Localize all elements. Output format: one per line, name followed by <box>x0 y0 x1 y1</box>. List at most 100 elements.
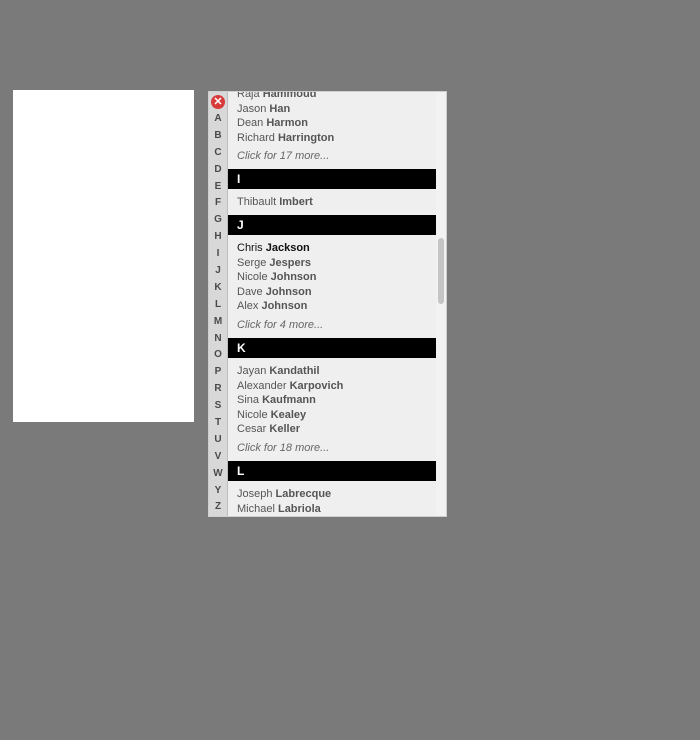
index-letter-t[interactable]: T <box>209 415 227 432</box>
contact-first-name: Serge <box>237 256 267 269</box>
index-letter-p[interactable]: P <box>209 364 227 381</box>
index-letter-n[interactable]: N <box>209 331 227 348</box>
contact-list-viewport[interactable]: Raja Hammoud Jason Han Dean Harmon Richard … <box>228 92 436 516</box>
index-letter-g[interactable]: G <box>209 212 227 229</box>
contact-first-name: Jason <box>237 102 267 115</box>
contact-first-name: Richard <box>237 131 275 144</box>
group-contacts: Raja Hammoud Jason Han Dean Harmon Richard … <box>228 92 436 164</box>
scrollbar-thumb[interactable] <box>438 238 444 304</box>
contact-item[interactable]: Alexander Karpovich <box>237 379 436 394</box>
contact-item[interactable]: Dave Johnson <box>237 285 436 300</box>
contact-item[interactable]: Dean Harmon <box>237 116 436 131</box>
group-contacts: Jayan Kandathil Alexander Karpovich Sina K… <box>228 358 436 456</box>
contact-list: Raja Hammoud Jason Han Dean Harmon Richard … <box>228 92 436 516</box>
contact-first-name: Alex <box>237 300 259 313</box>
scrollbar[interactable] <box>436 92 446 516</box>
contact-item[interactable]: Jason Han <box>237 102 436 117</box>
group-contacts: Joseph LabrecqueMichael LabriolaPawel La… <box>228 481 436 516</box>
contact-group: I Thibault Imbert <box>228 169 436 210</box>
contact-item[interactable]: Raja Hammoud <box>237 92 436 102</box>
contact-first-name: Nicole <box>237 408 268 421</box>
group-contacts: Thibault Imbert <box>228 189 436 210</box>
show-more-link[interactable]: Click for 18 more... <box>237 441 436 456</box>
group-header: L <box>228 460 436 481</box>
index-letter-i[interactable]: I <box>209 246 227 263</box>
contact-last-name: Kaufmann <box>262 394 316 407</box>
index-letter-l[interactable]: L <box>209 297 227 314</box>
contact-item[interactable]: Cesar Keller <box>237 422 436 437</box>
index-letter-c[interactable]: C <box>209 145 227 162</box>
group-header: K <box>228 337 436 358</box>
contact-last-name: Karpovich <box>289 379 344 392</box>
group-contacts: Chris Jackson Serge Jespers Nicole Johnson… <box>228 235 436 333</box>
contact-first-name: Thibault <box>237 196 277 209</box>
contact-item[interactable]: Nicole Johnson <box>237 270 436 285</box>
index-letter-w[interactable]: W <box>209 466 227 483</box>
contact-first-name: Chris <box>237 241 263 254</box>
contact-first-name: Dave <box>237 285 263 298</box>
close-icon[interactable]: ✕ <box>211 95 225 109</box>
group-header: J <box>228 214 436 235</box>
contact-last-name: Jespers <box>269 256 312 269</box>
contact-first-name: Jayan <box>237 364 267 377</box>
index-letter-a[interactable]: A <box>209 111 227 128</box>
index-letter-k[interactable]: K <box>209 280 227 297</box>
blank-panel <box>13 90 194 422</box>
contact-first-name: Michael <box>237 502 275 515</box>
contact-group: Raja Hammoud Jason Han Dean Harmon Richard … <box>228 92 436 164</box>
contact-item[interactable]: Michael Labriola <box>237 502 436 517</box>
contact-last-name: Johnson <box>270 271 317 284</box>
contact-item[interactable]: Nicole Kealey <box>237 408 436 423</box>
contact-item[interactable]: Richard Harrington <box>237 131 436 146</box>
index-letter-d[interactable]: D <box>209 162 227 179</box>
index-letter-f[interactable]: F <box>209 195 227 212</box>
index-letter-m[interactable]: M <box>209 314 227 331</box>
contact-group: K Jayan Kandathil Alexander Karpovich Sina … <box>228 337 436 456</box>
index-letter-b[interactable]: B <box>209 128 227 145</box>
index-letter-s[interactable]: S <box>209 398 227 415</box>
contact-first-name: Joseph <box>237 487 273 500</box>
index-letter-h[interactable]: H <box>209 229 227 246</box>
contact-last-name: Johnson <box>261 300 308 313</box>
contact-item[interactable]: Joseph Labrecque <box>237 487 436 502</box>
index-letter-j[interactable]: J <box>209 263 227 280</box>
contact-first-name: Cesar <box>237 423 267 436</box>
index-letter-o[interactable]: O <box>209 347 227 364</box>
contact-last-name: Johnson <box>265 285 312 298</box>
contact-first-name: Alexander <box>237 379 287 392</box>
contact-group: LJoseph LabrecqueMichael LabriolaPawel L… <box>228 460 436 516</box>
contact-last-name: Kandathil <box>269 364 320 377</box>
contact-last-name: Kealey <box>270 408 307 421</box>
show-more-link[interactable]: Click for 17 more... <box>237 149 436 164</box>
contact-last-name: Harmon <box>266 117 308 130</box>
contact-first-name: Dean <box>237 117 264 130</box>
contact-item[interactable]: Jayan Kandathil <box>237 364 436 379</box>
index-letter-r[interactable]: R <box>209 381 227 398</box>
contact-item[interactable]: Chris Jackson <box>237 241 436 256</box>
index-letter-u[interactable]: U <box>209 432 227 449</box>
index-letter-list: ABCDEFGHIJKLMNOPRSTUVWYZ <box>209 111 227 516</box>
contact-item[interactable]: Serge Jespers <box>237 256 436 271</box>
contact-item[interactable]: Thibault Imbert <box>237 195 436 210</box>
contact-last-name: Labriola <box>277 502 321 515</box>
group-header: I <box>228 169 436 190</box>
contact-last-name: Hammoud <box>262 92 317 100</box>
contact-last-name: Keller <box>269 423 300 436</box>
contact-item[interactable]: Alex Johnson <box>237 299 436 314</box>
index-letter-v[interactable]: V <box>209 449 227 466</box>
show-more-link[interactable]: Click for 4 more... <box>237 318 436 333</box>
index-letter-e[interactable]: E <box>209 179 227 196</box>
index-letter-z[interactable]: Z <box>209 499 227 516</box>
index-letter-y[interactable]: Y <box>209 483 227 500</box>
contact-first-name: Nicole <box>237 271 268 284</box>
contact-last-name: Imbert <box>279 196 313 209</box>
contact-last-name: Harrington <box>277 131 335 144</box>
contact-first-name: Raja <box>237 92 260 100</box>
alphabet-index: ✕ ABCDEFGHIJKLMNOPRSTUVWYZ <box>209 92 228 516</box>
contact-group: J Chris Jackson Serge Jespers Nicole Johnso… <box>228 214 436 333</box>
contacts-panel: ✕ ABCDEFGHIJKLMNOPRSTUVWYZ Raja Hammoud J… <box>208 91 447 517</box>
contact-last-name: Labrecque <box>275 487 332 500</box>
contact-item[interactable]: Sina Kaufmann <box>237 393 436 408</box>
contact-last-name: Jackson <box>265 241 310 254</box>
contact-last-name: Han <box>269 102 291 115</box>
